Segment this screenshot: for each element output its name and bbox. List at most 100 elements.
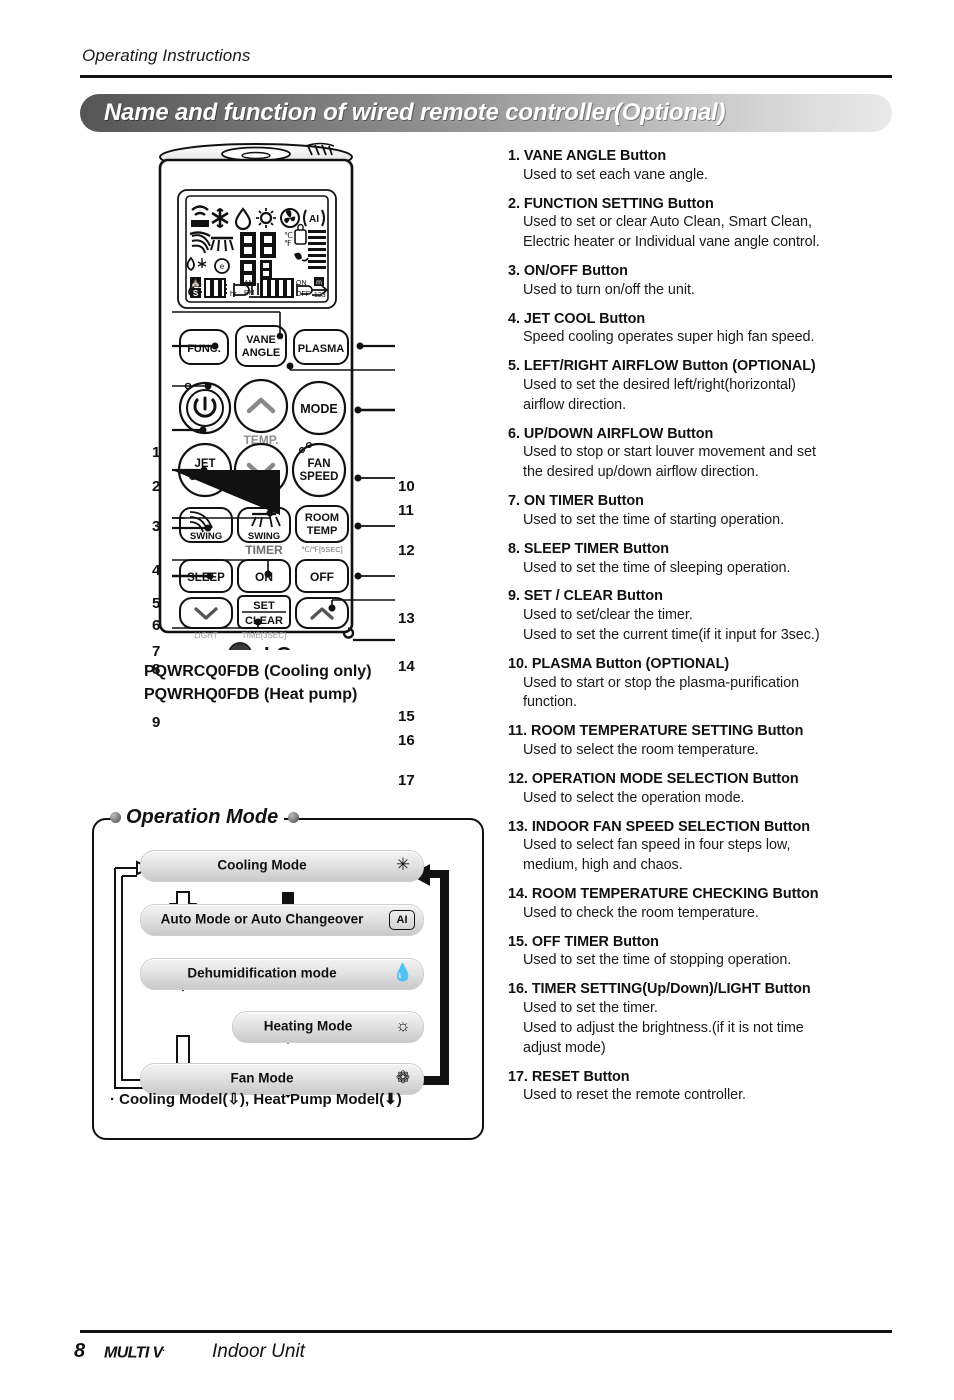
mode-row-auto: Auto Mode or Auto Changeover AI [140,904,424,936]
function-list: 1. VANE ANGLE Button Used to set each va… [508,147,898,1115]
function-desc: Used to set the time of starting operati… [523,511,785,528]
list-item: 11. ROOM TEMPERATURE SETTING Button Used… [508,722,898,761]
list-item: 14. ROOM TEMPERATURE CHECKING Button Use… [508,885,898,924]
function-desc: adjust mode) [523,1039,606,1056]
function-desc: Used to turn on/off the unit. [523,281,695,298]
function-desc: Used to set the time of stopping operati… [523,952,792,969]
page-title: Name and function of wired remote contro… [104,99,726,126]
function-heading: 4. JET COOL Button [508,310,646,327]
multi-v-text: MULTI V [104,1344,163,1362]
function-heading: 13. INDOOR FAN SPEED SELECTION Button [508,818,810,835]
mode-label-fan: Fan Mode [230,1070,294,1086]
callout-17: 17 [398,772,415,789]
list-item: 3. ON/OFF Button Used to turn on/off the… [508,262,898,301]
mode-row-dehumid: Dehumidification mode 💧 [140,958,424,990]
list-item: 15. OFF TIMER Button Used to set the tim… [508,933,898,972]
page-kicker: Operating Instructions [82,46,251,65]
footer-divider [80,1330,892,1333]
function-heading: 5. LEFT/RIGHT AIRFLOW Button (OPTIONAL) [508,358,816,375]
function-desc: Used to set the time of sleeping operati… [523,559,791,576]
list-item: 13. INDOOR FAN SPEED SELECTION Button Us… [508,818,898,876]
function-desc: medium, high and chaos. [523,857,683,874]
callout-16: 16 [398,732,415,749]
header-divider [80,75,892,78]
list-item: 6. UP/DOWN AIRFLOW Button Used to stop o… [508,425,898,483]
mode-row-fan: Fan Mode ❁ [140,1063,424,1095]
operation-mode-dot-right [288,812,299,823]
mode-label-auto: Auto Mode or Auto Changeover [160,911,364,927]
model-numbers: PQWRCQ0FDB (Cooling only) PQWRHQ0FDB (He… [144,660,504,706]
function-heading: 17. RESET Button [508,1068,630,1085]
remote-callouts: 1 2 3 4 5 6 7 8 9 10 11 12 13 14 15 16 1… [140,140,430,788]
list-item: 5. LEFT/RIGHT AIRFLOW Button (OPTIONAL) … [508,357,898,415]
function-heading: 2. FUNCTION SETTING Button [508,195,714,212]
multi-v-logo: MULTI V. [104,1343,165,1362]
function-desc: Used to set or clear Auto Clean, Smart C… [523,214,812,231]
callout-15: 15 [398,708,415,725]
page-number: 8 [74,1340,86,1362]
callout-7: 7 [152,643,161,660]
function-desc: Speed cooling operates super high fan sp… [523,329,815,346]
model-line-cooling: PQWRCQ0FDB (Cooling only) [144,663,372,680]
section-title-bar: Name and function of wired remote contro… [80,94,892,132]
callout-4: 4 [152,562,161,579]
function-desc: Used to stop or start louver movement an… [523,444,816,461]
function-desc: Electric heater or Individual vane angle… [523,234,820,251]
callout-lines [172,311,395,642]
function-desc: Used to set the desired left/right(horiz… [523,376,796,393]
operation-mode-dot-left [110,812,121,823]
list-item: 10. PLASMA Button (OPTIONAL) Used to sta… [508,655,898,713]
model-line-heatpump: PQWRHQ0FDB (Heat pump) [144,686,358,704]
function-heading: 11. ROOM TEMPERATURE SETTING Button [508,723,804,740]
function-desc: Used to check the room temperature. [523,904,759,921]
water-drop-icon: 💧 [392,963,414,982]
callout-3: 3 [152,518,161,535]
list-item: 17. RESET Button Used to reset the remot… [508,1068,898,1107]
function-desc: Used to select the operation mode. [523,789,745,806]
function-heading: 15. OFF TIMER Button [508,933,659,950]
function-heading: 10. PLASMA Button (OPTIONAL) [508,655,730,672]
list-item: 12. OPERATION MODE SELECTION Button Used… [508,770,898,809]
list-item: 2. FUNCTION SETTING Button Used to set o… [508,195,898,253]
callout-6: 6 [152,617,161,634]
function-heading: 7. ON TIMER Button [508,493,644,510]
function-heading: 8. SLEEP TIMER Button [508,540,669,557]
callout-12: 12 [398,542,415,559]
callout-10: 10 [398,478,415,495]
function-desc: function. [523,694,577,711]
list-item: 7. ON TIMER Button Used to set the time … [508,492,898,531]
function-desc: Used to set the timer. [523,999,658,1016]
list-item: 1. VANE ANGLE Button Used to set each va… [508,147,898,186]
ai-icon: AI [389,910,415,930]
fan-icon: ❁ [395,1068,411,1087]
callout-9: 9 [152,714,161,731]
multi-v-tm: . [162,1343,165,1353]
function-desc: Used to reset the remote controller. [523,1087,746,1104]
function-desc: airflow direction. [523,396,627,413]
function-heading: 14. ROOM TEMPERATURE CHECKING Button [508,885,819,902]
sun-icon: ☼ [395,1016,411,1035]
function-desc: Used to set each vane angle. [523,166,709,183]
function-desc: Used to set the current time(if it input… [523,626,820,643]
list-item: 16. TIMER SETTING(Up/Down)/LIGHT Button … [508,980,898,1058]
function-heading: 3. ON/OFF Button [508,263,628,280]
operation-mode-title: Operation Mode [120,806,285,829]
callout-5: 5 [152,595,161,612]
function-heading: 6. UP/DOWN AIRFLOW Button [508,425,714,442]
list-item: 9. SET / CLEAR Button Used to set/clear … [508,587,898,645]
function-desc: Used to adjust the brightness.(if it is … [523,1019,804,1036]
function-desc: the desired up/down airflow direction. [523,464,759,481]
mode-row-cooling: Cooling Mode ✳ [140,850,424,882]
operation-mode-legend: · Cooling Model(⇩), Heat Pump Model(⬇) [110,1091,402,1108]
function-heading: 16. TIMER SETTING(Up/Down)/LIGHT Button [508,981,811,998]
function-desc: Used to start or stop the plasma-purific… [523,674,800,691]
function-heading: 12. OPERATION MODE SELECTION Button [508,770,799,787]
mode-label-cooling: Cooling Mode [217,857,307,873]
list-item: 4. JET COOL Button Speed cooling operate… [508,310,898,349]
function-desc: Used to set/clear the timer. [523,607,693,624]
list-item: 8. SLEEP TIMER Button Used to set the ti… [508,540,898,579]
function-heading: 9. SET / CLEAR Button [508,588,663,605]
function-heading: 1. VANE ANGLE Button [508,148,667,164]
callout-1: 1 [152,444,161,461]
function-desc: Used to select fan speed in four steps l… [523,837,791,854]
